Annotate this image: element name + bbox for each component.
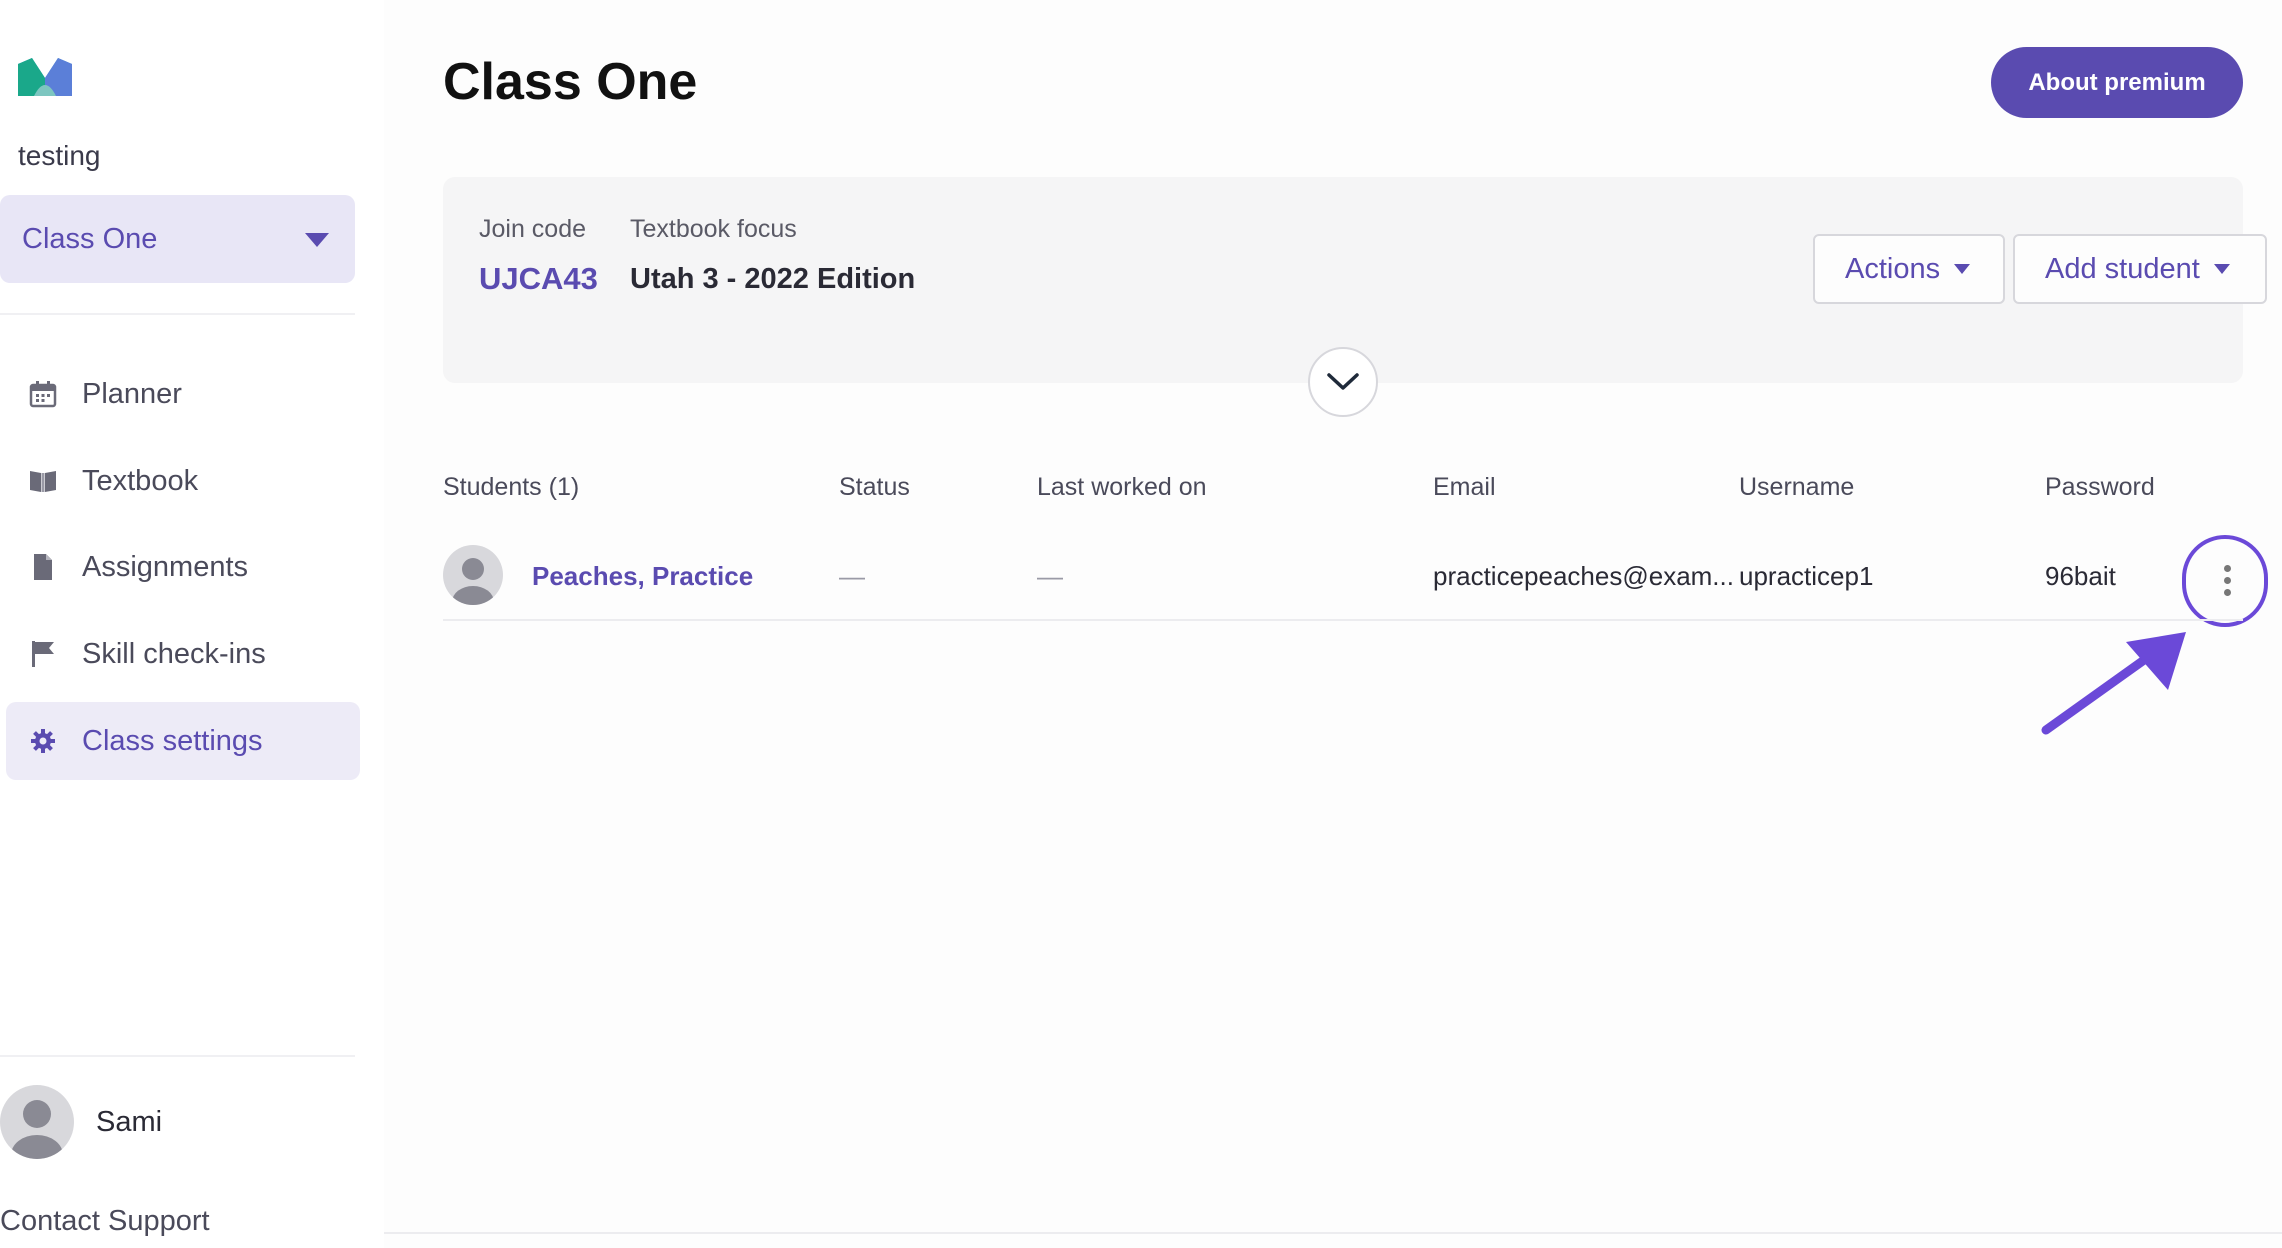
join-code-label: Join code (479, 215, 587, 243)
student-status: — (839, 561, 865, 591)
student-email: practicepeaches@exam... (1433, 561, 1734, 591)
calendar-icon (28, 379, 58, 409)
column-header-status: Status (839, 473, 910, 501)
sidebar-item-label: Class settings (82, 724, 263, 757)
avatar (443, 545, 503, 605)
student-username: upracticep1 (1739, 561, 1874, 591)
document-icon (28, 552, 58, 582)
caret-down-icon (2213, 264, 2230, 274)
sidebar-item-class-settings[interactable]: Class settings (6, 702, 360, 780)
class-selector-label: Class One (22, 222, 158, 255)
sidebar-item-label: Textbook (82, 464, 199, 497)
student-password: 96bait (2045, 561, 2116, 591)
page-bottom-divider (384, 1232, 2282, 1234)
add-student-button-label: Add student (2045, 252, 2200, 285)
more-vertical-icon (2224, 577, 2231, 584)
expand-details-button[interactable] (1308, 347, 1378, 417)
chevron-down-icon (1327, 373, 1359, 390)
sidebar-divider (0, 313, 355, 315)
sidebar-item-assignments[interactable]: Assignments (6, 528, 360, 606)
annotation-arrow-icon (2041, 632, 2186, 735)
main-content: Class One About premium Join code Textbo… (384, 0, 2282, 1248)
sidebar: testing Class One Planner Textbook Assig… (0, 0, 384, 1248)
user-profile[interactable]: Sami (0, 1085, 162, 1159)
sidebar-item-textbook[interactable]: Textbook (6, 442, 360, 520)
caret-down-icon (1954, 264, 1971, 274)
sidebar-item-planner[interactable]: Planner (6, 355, 360, 433)
more-vertical-icon (2224, 565, 2231, 572)
class-selector-dropdown[interactable]: Class One (0, 195, 355, 283)
avatar (0, 1085, 74, 1159)
contact-support-link[interactable]: Contact Support (0, 1205, 210, 1238)
column-header-username: Username (1739, 473, 1855, 501)
column-header-password: Password (2045, 473, 2155, 501)
student-last-worked: — (1037, 561, 1063, 591)
sidebar-item-skill-check-ins[interactable]: Skill check-ins (6, 615, 360, 693)
sidebar-item-label: Skill check-ins (82, 637, 266, 670)
actions-button[interactable]: Actions (1813, 234, 2005, 304)
student-name-link[interactable]: Peaches, Practice (532, 561, 753, 592)
sidebar-item-label: Assignments (82, 550, 249, 583)
sidebar-divider (0, 1055, 355, 1057)
column-header-students: Students (1) (443, 473, 580, 501)
more-vertical-icon (2224, 589, 2231, 596)
column-header-last-worked: Last worked on (1037, 473, 1207, 501)
org-name: testing (18, 140, 101, 171)
gear-icon (28, 726, 58, 756)
textbook-focus-label: Textbook focus (630, 215, 797, 243)
flag-icon (28, 639, 58, 669)
row-divider (443, 619, 2243, 621)
book-icon (28, 466, 58, 496)
row-more-options-button[interactable] (2182, 535, 2268, 627)
join-code-value: UJCA43 (479, 261, 598, 296)
app-logo-icon[interactable] (16, 56, 74, 98)
caret-down-icon (305, 233, 329, 247)
about-premium-button[interactable]: About premium (1991, 47, 2243, 118)
add-student-button[interactable]: Add student (2013, 234, 2267, 304)
textbook-focus-value: Utah 3 - 2022 Edition (630, 263, 916, 295)
column-header-email: Email (1433, 473, 1496, 501)
actions-button-label: Actions (1845, 252, 1941, 285)
user-name: Sami (96, 1105, 163, 1138)
sidebar-item-label: Planner (82, 377, 182, 410)
page-title: Class One (443, 53, 698, 111)
